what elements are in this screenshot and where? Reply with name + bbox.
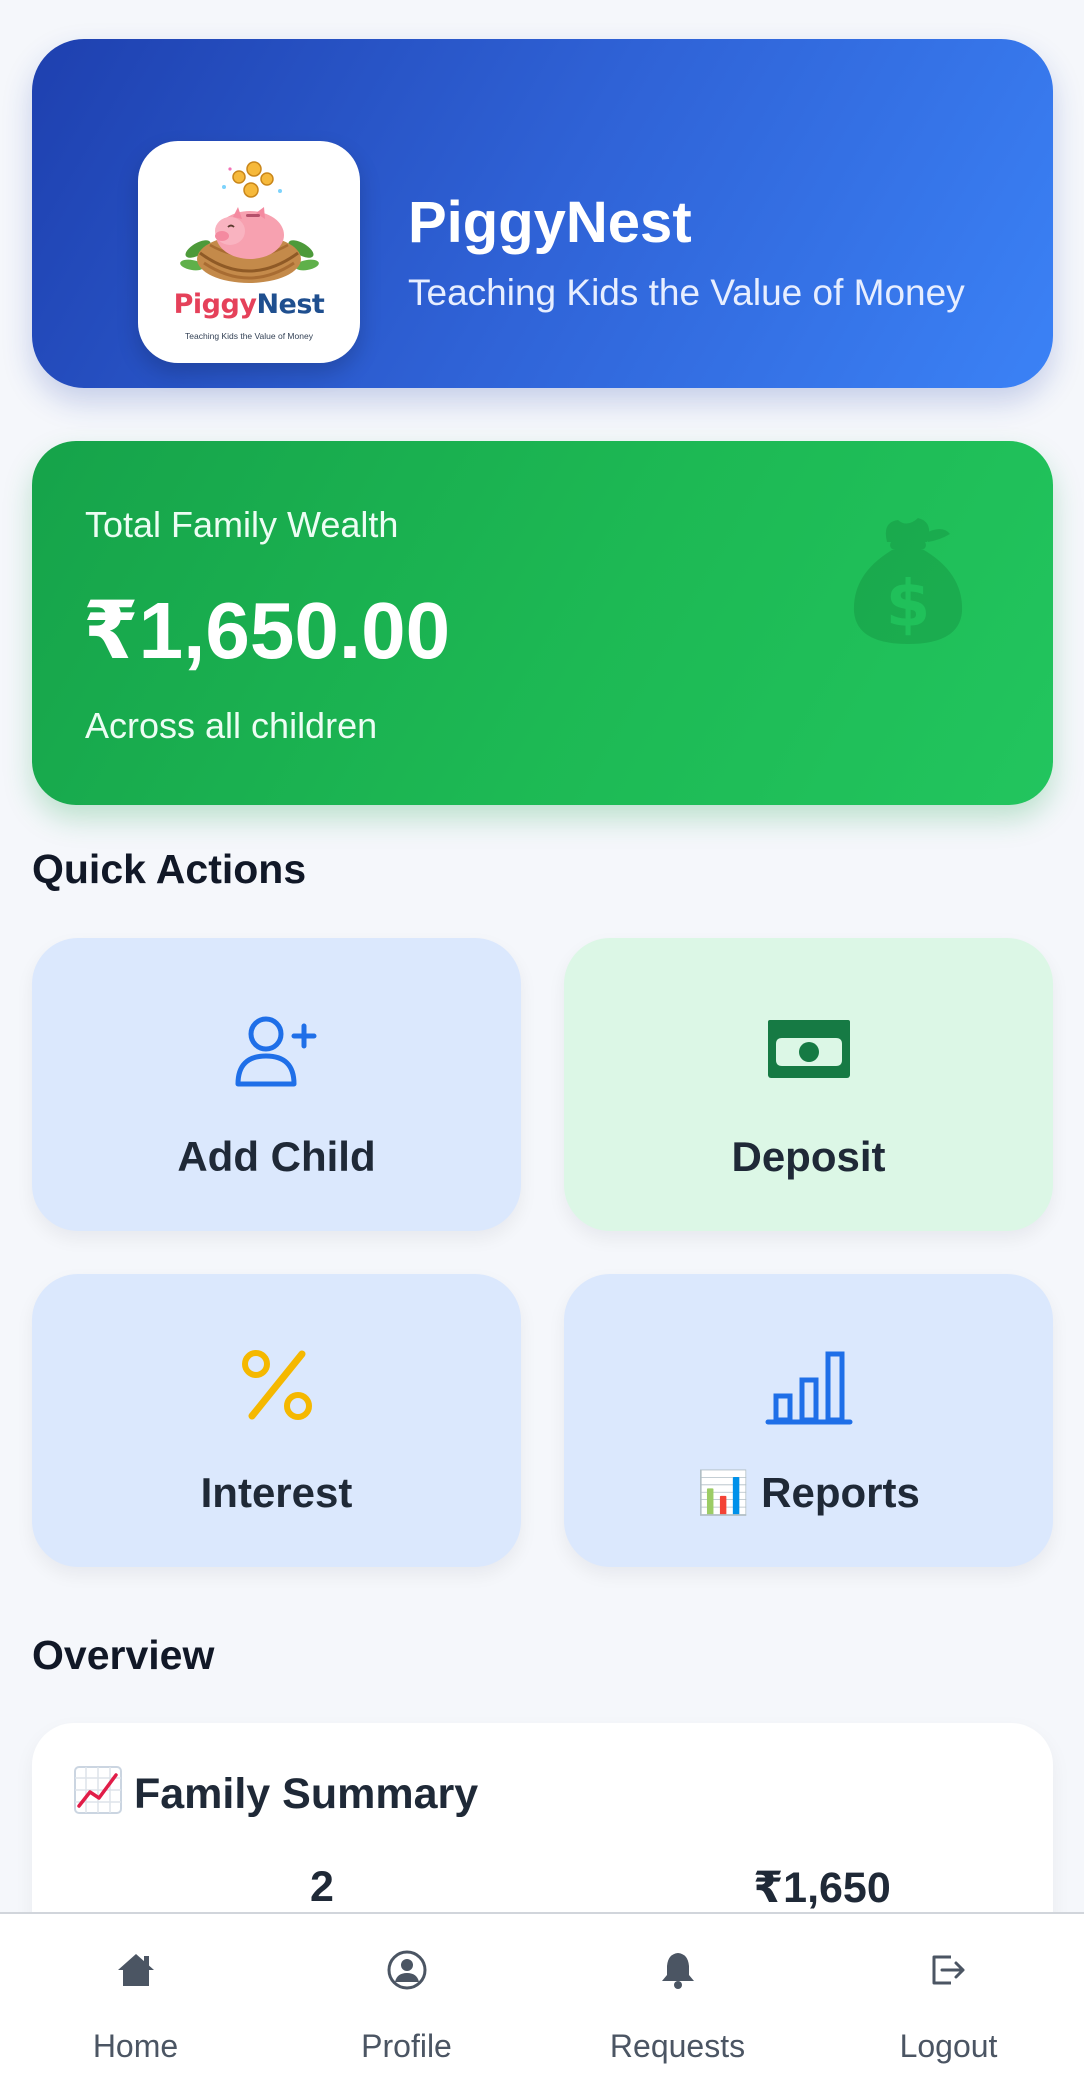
logo-tagline: Teaching Kids the Value of Money [185,331,313,341]
nav-label-logout: Logout [899,2028,998,2064]
app-title: PiggyNest [408,190,692,255]
logo-wordmark: PiggyNest [138,289,360,320]
svg-text:$: $ [886,568,931,642]
bar-chart-icon [765,1351,852,1425]
wealth-amount: ₹1,650.00 [83,586,451,675]
nav-item-home[interactable]: Home [0,1914,271,2075]
family-summary-card: Family Summary 2 ₹1,650 [32,1723,1053,1912]
logo-word-nest: Nest [256,289,325,320]
app-logo: PiggyNest Teaching Kids the Value of Mon… [138,141,360,363]
profile-icon [387,1950,426,1990]
app-screen: PiggyNest Teaching Kids the Value of Mon… [0,0,1084,2075]
wealth-label: Total Family Wealth [85,504,399,545]
logout-icon [932,1955,964,1985]
app-subtitle: Teaching Kids the Value of Money [408,272,965,313]
nav-item-profile[interactable]: Profile [271,1914,542,2075]
add-child-button[interactable]: Add Child [32,938,521,1231]
family-summary-title-text: Family Summary [134,1770,479,1818]
add-child-label: Add Child [177,1133,376,1180]
nav-item-logout[interactable]: Logout [813,1914,1084,2075]
interest-label: Interest [200,1469,353,1516]
chart-increasing-icon [74,1766,122,1814]
bottom-navigation: Home Profile Requests Logout [0,1912,1084,2075]
piggy-bank-nest-icon [180,161,319,283]
family-summary-title: Family Summary [74,1766,478,1819]
cash-icon [767,1020,850,1078]
dashboard-scroll-area[interactable]: PiggyNest Teaching Kids the Value of Mon… [0,0,1084,1912]
quick-actions-heading: Quick Actions [32,846,307,892]
overview-heading: Overview [32,1632,215,1678]
app-header-card: PiggyNest Teaching Kids the Value of Mon… [32,39,1053,388]
total-wealth-card: Total Family Wealth ₹1,650.00 Across all… [32,441,1053,805]
deposit-label: Deposit [731,1133,886,1180]
total-balance-value: ₹1,650 [753,1864,891,1912]
nav-item-requests[interactable]: Requests [542,1914,813,2075]
reports-button[interactable]: 📊 Reports [564,1274,1053,1567]
nav-label-profile: Profile [361,2028,452,2064]
wealth-note: Across all children [85,705,378,746]
logo-word-piggy: Piggy [173,289,257,320]
interest-button[interactable]: Interest [32,1274,521,1567]
children-count-value: 2 [310,1863,334,1911]
bell-icon [661,1953,694,1989]
nav-label-home: Home [92,2028,179,2064]
money-bag-icon: $ [853,518,963,644]
add-user-icon [235,1016,316,1087]
reports-label: 📊 Reports [697,1469,920,1516]
nav-label-requests: Requests [609,2028,746,2064]
home-icon [117,1954,154,1986]
deposit-button[interactable]: Deposit [564,938,1053,1231]
percent-icon [241,1350,312,1420]
